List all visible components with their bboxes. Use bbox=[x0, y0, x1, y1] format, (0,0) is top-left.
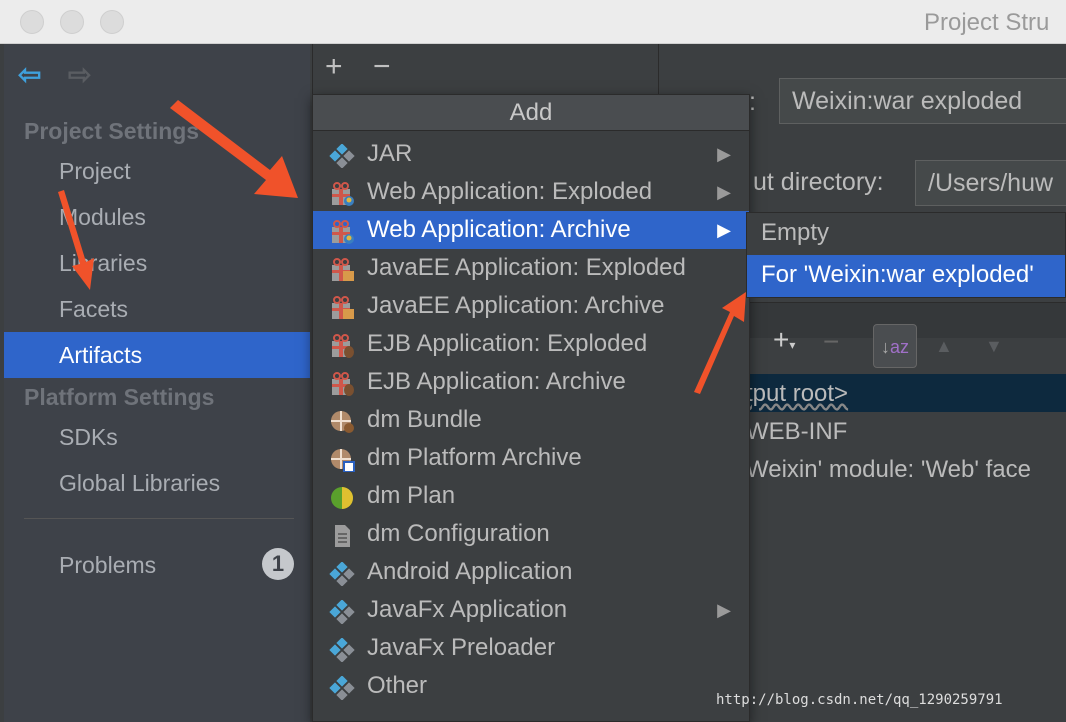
sidebar: ⇦ ⇨ Project Settings Project Modules Lib… bbox=[4, 44, 310, 722]
move-up-icon[interactable]: ▲ bbox=[935, 336, 953, 357]
menu-item-label: JAR bbox=[367, 140, 413, 167]
name-label: : bbox=[749, 88, 756, 116]
dm-plan-icon bbox=[329, 484, 355, 509]
menu-item-jar[interactable]: JAR ▶ bbox=[313, 135, 749, 173]
menu-item-dm-configuration[interactable]: dm Configuration bbox=[313, 515, 749, 553]
popup-title: Add bbox=[313, 95, 749, 131]
output-directory-label: ut directory: bbox=[753, 168, 884, 196]
name-input[interactable]: Weixin:war exploded bbox=[779, 78, 1066, 124]
tree-item-web-inf[interactable]: WEB-INF bbox=[746, 418, 847, 446]
ejb-icon bbox=[329, 332, 355, 358]
sidebar-item-problems[interactable]: Problems 1 bbox=[4, 542, 310, 588]
submenu-item-empty[interactable]: Empty bbox=[747, 213, 1065, 255]
jar-icon bbox=[329, 560, 355, 587]
window-title: Project Stru bbox=[924, 9, 1050, 36]
back-arrow-icon[interactable]: ⇦ bbox=[18, 58, 41, 91]
move-down-icon[interactable]: ▼ bbox=[985, 336, 1003, 357]
menu-item-label: JavaEE Application: Archive bbox=[367, 292, 665, 319]
web-app-icon bbox=[329, 180, 355, 206]
menu-item-android-application[interactable]: Android Application bbox=[313, 553, 749, 591]
jar-icon bbox=[329, 598, 355, 625]
sort-alphabetically-icon[interactable]: ↓az bbox=[873, 324, 917, 368]
submenu-arrow-icon: ▶ bbox=[717, 600, 731, 620]
jar-icon bbox=[329, 674, 355, 701]
output-directory-input[interactable]: /Users/huw bbox=[915, 160, 1066, 206]
sidebar-item-artifacts[interactable]: Artifacts bbox=[4, 332, 310, 378]
javaee-icon bbox=[329, 294, 355, 319]
remove-element-icon[interactable]: − bbox=[823, 326, 839, 358]
file-icon bbox=[329, 522, 355, 547]
menu-item-label: Other bbox=[367, 672, 428, 699]
menu-item-label: dm Bundle bbox=[367, 406, 482, 433]
menu-item-dm-plan[interactable]: dm Plan bbox=[313, 477, 749, 515]
close-window-button[interactable] bbox=[20, 10, 44, 34]
menu-item-javaee-application-archive[interactable]: JavaEE Application: Archive bbox=[313, 287, 749, 325]
add-element-icon[interactable]: +▾ bbox=[773, 324, 795, 356]
javaee-icon bbox=[329, 256, 355, 281]
menu-item-label: dm Platform Archive bbox=[367, 444, 582, 471]
add-artifact-button[interactable]: + bbox=[325, 50, 343, 84]
sidebar-item-global-libraries[interactable]: Global Libraries bbox=[4, 460, 310, 506]
submenu-arrow-icon: ▶ bbox=[717, 144, 731, 164]
menu-item-web-application-exploded[interactable]: Web Application: Exploded ▶ bbox=[313, 173, 749, 211]
archive-submenu: Empty For 'Weixin:war exploded' bbox=[746, 212, 1066, 298]
menu-item-javafx-preloader[interactable]: JavaFx Preloader bbox=[313, 629, 749, 667]
menu-item-dm-bundle[interactable]: dm Bundle bbox=[313, 401, 749, 439]
sidebar-item-libraries[interactable]: Libraries bbox=[4, 240, 310, 286]
menu-item-label: JavaFx Application bbox=[367, 596, 568, 623]
jar-icon bbox=[329, 142, 355, 169]
dm-platform-icon bbox=[329, 446, 355, 473]
section-platform-settings: Platform Settings bbox=[24, 384, 215, 410]
menu-item-label: dm Configuration bbox=[367, 520, 550, 547]
menu-item-web-application-archive[interactable]: Web Application: Archive ▶ bbox=[313, 211, 749, 249]
sidebar-item-facets[interactable]: Facets bbox=[4, 286, 310, 332]
menu-item-label: EJB Application: Archive bbox=[367, 368, 626, 395]
zoom-window-button[interactable] bbox=[100, 10, 124, 34]
menu-item-label: Android Application bbox=[367, 558, 573, 585]
jar-icon bbox=[329, 636, 355, 663]
add-artifact-popup: Add JAR ▶ Web Application: Exploded ▶ Web Ap… bbox=[312, 94, 750, 722]
menu-item-label: EJB Application: Exploded bbox=[367, 330, 648, 357]
menu-item-javafx-application[interactable]: JavaFx Application ▶ bbox=[313, 591, 749, 629]
menu-item-ejb-application-archive[interactable]: EJB Application: Archive bbox=[313, 363, 749, 401]
web-app-icon bbox=[329, 218, 355, 244]
submenu-arrow-icon: ▶ bbox=[717, 220, 731, 240]
menu-item-label: Web Application: Archive bbox=[367, 216, 631, 243]
menu-item-javaee-application-exploded[interactable]: JavaEE Application: Exploded bbox=[313, 249, 749, 287]
title-bar: Project Stru bbox=[0, 0, 1066, 44]
menu-item-other[interactable]: Other bbox=[313, 667, 749, 705]
ejb-icon bbox=[329, 370, 355, 396]
submenu-item-for-weixin-war-exploded[interactable]: For 'Weixin:war exploded' bbox=[747, 255, 1065, 297]
sidebar-item-label: Problems bbox=[59, 552, 157, 578]
remove-artifact-button[interactable]: − bbox=[373, 50, 391, 84]
divider bbox=[24, 518, 294, 519]
watermark: http://blog.csdn.net/qq_1290259791 bbox=[716, 692, 1003, 708]
menu-item-ejb-application-exploded[interactable]: EJB Application: Exploded bbox=[313, 325, 749, 363]
dm-bundle-icon bbox=[329, 408, 355, 433]
menu-item-label: JavaEE Application: Exploded bbox=[367, 254, 686, 281]
sidebar-item-project[interactable]: Project bbox=[4, 148, 310, 194]
forward-arrow-icon[interactable]: ⇨ bbox=[68, 58, 91, 91]
section-project-settings: Project Settings bbox=[24, 118, 200, 144]
problems-count-badge: 1 bbox=[262, 548, 294, 580]
menu-item-label: JavaFx Preloader bbox=[367, 634, 556, 661]
minimize-window-button[interactable] bbox=[60, 10, 84, 34]
tree-item-output-root[interactable]: tput root> bbox=[746, 380, 848, 408]
sidebar-item-modules[interactable]: Modules bbox=[4, 194, 310, 240]
sidebar-item-sdks[interactable]: SDKs bbox=[4, 414, 310, 460]
submenu-arrow-icon: ▶ bbox=[717, 182, 731, 202]
tree-item-web-facet[interactable]: Weixin' module: 'Web' face bbox=[746, 456, 1031, 484]
menu-item-dm-platform-archive[interactable]: dm Platform Archive bbox=[313, 439, 749, 477]
menu-item-label: Web Application: Exploded bbox=[367, 178, 653, 205]
menu-item-label: dm Plan bbox=[367, 482, 456, 509]
